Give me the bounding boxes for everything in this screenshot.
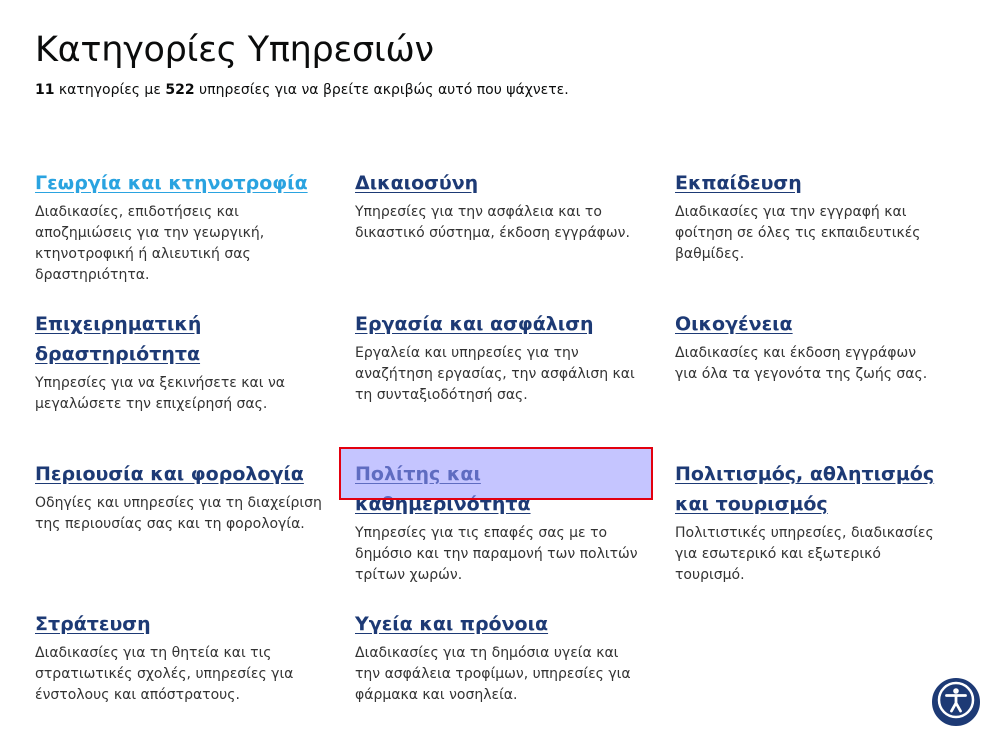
categories-grid: Γεωργία και κτηνοτροφία Διαδικασίες, επι… <box>35 168 965 706</box>
service-count: 522 <box>165 82 195 98</box>
category-link-property-tax[interactable]: Περιουσία και φορολογία <box>35 463 304 485</box>
category-description: Διαδικασίες για τη δημόσια υγεία και την… <box>355 645 631 703</box>
category-description: Διαδικασίες, επιδοτήσεις και αποζημιώσει… <box>35 204 265 283</box>
category-link-culture-tourism[interactable]: Πολιτισμός, αθλητισμός και τουρισμός <box>675 463 934 515</box>
page-title: Κατηγορίες Υπηρεσιών <box>35 30 434 70</box>
category-link-health[interactable]: Υγεία και πρόνοια <box>355 613 548 635</box>
category-link-justice[interactable]: Δικαιοσύνη <box>355 172 478 194</box>
category-link-military[interactable]: Στράτευση <box>35 613 151 635</box>
accessibility-button[interactable] <box>932 678 980 726</box>
category-card: Πολιτισμός, αθλητισμός και τουρισμός Πολ… <box>675 459 965 609</box>
summary-text-1: κατηγορίες με <box>54 82 166 98</box>
category-description: Διαδικασίες για την εγγραφή και φοίτηση … <box>675 204 921 262</box>
services-summary: 11 κατηγορίες με 522 υπηρεσίες για να βρ… <box>35 82 569 98</box>
category-link-education[interactable]: Εκπαίδευση <box>675 172 802 194</box>
category-description: Υπηρεσίες για την ασφάλεια και το δικαστ… <box>355 204 630 241</box>
category-description: Υπηρεσίες για να ξεκινήσετε και να μεγαλ… <box>35 375 286 412</box>
category-card: Πολίτης και καθημερινότητα Υπηρεσίες για… <box>355 459 675 609</box>
category-card: Οικογένεια Διαδικασίες και έκδοση εγγράφ… <box>675 309 965 459</box>
category-link-employment[interactable]: Εργασία και ασφάλιση <box>355 313 594 335</box>
accessibility-icon <box>936 680 976 724</box>
category-card: Εκπαίδευση Διαδικασίες για την εγγραφή κ… <box>675 168 965 309</box>
category-link-citizen[interactable]: Πολίτης και καθημερινότητα <box>355 463 531 515</box>
category-description: Διαδικασίες και έκδοση εγγράφων για όλα … <box>675 345 928 382</box>
category-card: Στράτευση Διαδικασίες για τη θητεία και … <box>35 609 355 706</box>
category-link-business[interactable]: Επιχειρηματική δραστηριότητα <box>35 313 201 365</box>
category-description: Διαδικασίες για τη θητεία και τις στρατι… <box>35 645 294 703</box>
category-description: Υπηρεσίες για τις επαφές σας με το δημόσ… <box>355 525 638 583</box>
category-link-agriculture[interactable]: Γεωργία και κτηνοτροφία <box>35 172 308 194</box>
category-card: Δικαιοσύνη Υπηρεσίες για την ασφάλεια κα… <box>355 168 675 309</box>
category-description: Εργαλεία και υπηρεσίες για την αναζήτηση… <box>355 345 635 403</box>
category-card: Γεωργία και κτηνοτροφία Διαδικασίες, επι… <box>35 168 355 309</box>
category-card: Εργασία και ασφάλιση Εργαλεία και υπηρεσ… <box>355 309 675 459</box>
category-card: Υγεία και πρόνοια Διαδικασίες για τη δημ… <box>355 609 675 706</box>
category-description: Πολιτιστικές υπηρεσίες, διαδικασίες για … <box>675 525 934 583</box>
category-count: 11 <box>35 82 55 98</box>
category-card: Περιουσία και φορολογία Οδηγίες και υπηρ… <box>35 459 355 609</box>
category-card: Επιχειρηματική δραστηριότητα Υπηρεσίες γ… <box>35 309 355 459</box>
summary-text-2: υπηρεσίες για να βρείτε ακριβώς αυτό που… <box>194 82 569 98</box>
category-description: Οδηγίες και υπηρεσίες για τη διαχείριση … <box>35 495 322 532</box>
category-link-family[interactable]: Οικογένεια <box>675 313 793 335</box>
